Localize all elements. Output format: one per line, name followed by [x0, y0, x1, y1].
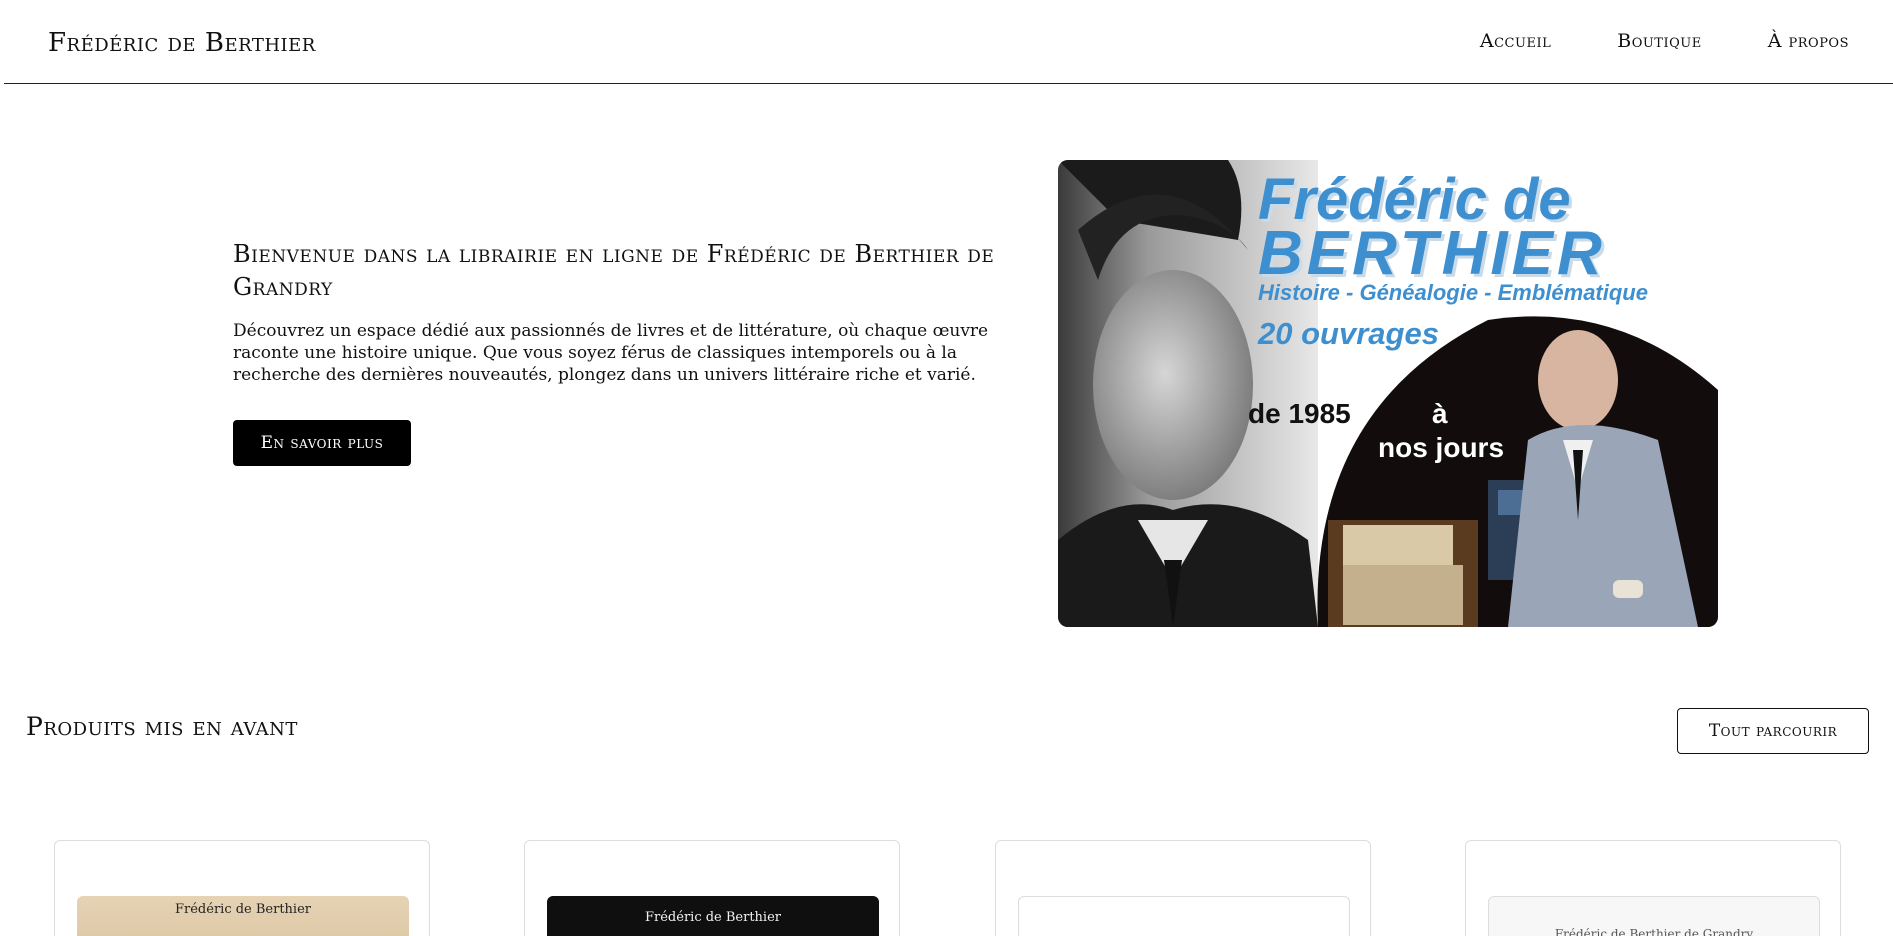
- browse-all-button[interactable]: Tout parcourir: [1677, 708, 1869, 754]
- nav-link-about[interactable]: À propos: [1768, 30, 1849, 52]
- product-thumbnail[interactable]: [1018, 896, 1350, 936]
- product-thumbnail[interactable]: Frédéric de Berthier: [547, 896, 879, 936]
- product-thumbnail[interactable]: Frédéric de Berthier: [77, 896, 409, 936]
- featured-title: Produits mis en avant: [26, 712, 298, 741]
- main-nav: Accueil Boutique À propos: [1414, 30, 1849, 52]
- product-thumbnail-label: Frédéric de Berthier de Grandry: [1554, 927, 1754, 936]
- hero-banner-image: Frédéric de BERTHIER Histoire - Généalog…: [1058, 160, 1718, 627]
- product-card[interactable]: Frédéric de Berthier: [54, 840, 430, 936]
- hero-title: Bienvenue dans la librairie en ligne de …: [233, 240, 995, 301]
- banner-from-year: de 1985: [1248, 398, 1351, 429]
- banner-to-line2: nos jours: [1378, 432, 1505, 463]
- banner-to-line1: à: [1432, 398, 1448, 429]
- banner-book-count: 20 ouvrages: [1258, 316, 1439, 351]
- product-thumbnail-label: Frédéric de Berthier: [175, 902, 311, 917]
- nav-link-shop[interactable]: Boutique: [1617, 30, 1702, 52]
- product-card[interactable]: Frédéric de Berthier: [524, 840, 900, 936]
- banner-name-line2: BERTHIER: [1258, 219, 1606, 288]
- product-card[interactable]: Frédéric de Berthier de Grandry: [1465, 840, 1841, 936]
- product-thumbnail-label: Frédéric de Berthier: [645, 910, 781, 925]
- product-thumbnail[interactable]: Frédéric de Berthier de Grandry: [1488, 896, 1820, 936]
- brand-logo-link[interactable]: Frédéric de Berthier: [48, 28, 316, 58]
- hero-description: Découvrez un espace dédié aux passionnés…: [233, 321, 989, 385]
- product-card[interactable]: [995, 840, 1371, 936]
- banner-subtitle: Histoire - Généalogie - Emblématique: [1258, 280, 1648, 305]
- learn-more-button[interactable]: En savoir plus: [233, 420, 411, 466]
- site-header: Frédéric de Berthier Accueil Boutique À …: [4, 0, 1893, 84]
- nav-link-home[interactable]: Accueil: [1480, 30, 1551, 52]
- hero-text: Bienvenue dans la librairie en ligne de …: [233, 238, 1003, 386]
